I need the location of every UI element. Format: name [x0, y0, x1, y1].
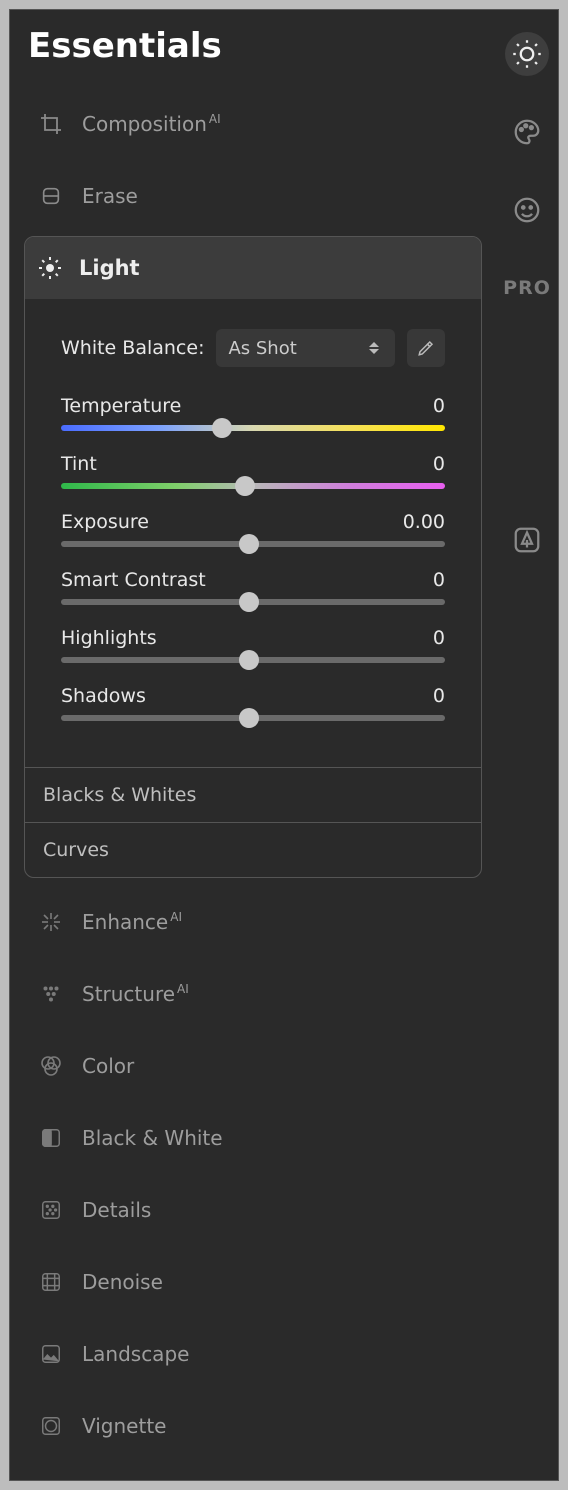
slider-track[interactable]: [61, 483, 445, 489]
slider-track[interactable]: [61, 599, 445, 605]
subsection-blacks-whites[interactable]: Blacks & Whites: [25, 767, 481, 822]
tool-label: Color: [82, 1054, 134, 1078]
light-panel: Light White Balance: As Shot: [24, 236, 482, 878]
palette-icon: [512, 117, 542, 147]
side-portrait-button[interactable]: [505, 188, 549, 232]
light-panel-header[interactable]: Light: [25, 237, 481, 299]
side-pen-button[interactable]: [505, 518, 549, 562]
slider-thumb[interactable]: [235, 476, 255, 496]
bw-icon: [38, 1125, 64, 1151]
tool-structure[interactable]: StructureAI: [24, 958, 482, 1030]
pen-icon: [512, 525, 542, 555]
slider-exposure[interactable]: Exposure 0.00: [61, 511, 445, 547]
side-rail: PRO: [496, 10, 558, 1480]
chevron-updown-icon: [369, 338, 383, 358]
tool-details[interactable]: Details: [24, 1174, 482, 1246]
tool-enhance[interactable]: EnhanceAI: [24, 886, 482, 958]
eyedropper-button[interactable]: [407, 329, 445, 367]
slider-thumb[interactable]: [239, 708, 259, 728]
tool-composition[interactable]: CompositionAI: [24, 88, 482, 160]
slider-track[interactable]: [61, 715, 445, 721]
tool-erase[interactable]: Erase: [24, 160, 482, 232]
crop-icon: [38, 111, 64, 137]
tool-landscape[interactable]: Landscape: [24, 1318, 482, 1390]
landscape-icon: [38, 1341, 64, 1367]
slider-thumb[interactable]: [239, 534, 259, 554]
light-panel-title: Light: [79, 256, 140, 280]
slider-highlights[interactable]: Highlights 0: [61, 627, 445, 663]
smiley-icon: [512, 195, 542, 225]
slider-shadows[interactable]: Shadows 0: [61, 685, 445, 721]
slider-value: 0: [433, 627, 445, 649]
tool-label: Black & White: [82, 1126, 223, 1150]
side-pro-button[interactable]: PRO: [505, 266, 549, 310]
denoise-icon: [38, 1269, 64, 1295]
sun-icon: [512, 39, 542, 69]
tool-denoise[interactable]: Denoise: [24, 1246, 482, 1318]
slider-label: Smart Contrast: [61, 569, 206, 591]
slider-temperature[interactable]: Temperature 0: [61, 395, 445, 431]
subsection-curves[interactable]: Curves: [25, 822, 481, 877]
slider-value: 0.00: [403, 511, 445, 533]
slider-value: 0: [433, 453, 445, 475]
slider-label: Highlights: [61, 627, 157, 649]
slider-value: 0: [433, 395, 445, 417]
slider-smart-contrast[interactable]: Smart Contrast 0: [61, 569, 445, 605]
slider-value: 0: [433, 569, 445, 591]
side-creative-button[interactable]: [505, 110, 549, 154]
slider-track[interactable]: [61, 657, 445, 663]
panel-title: Essentials: [28, 26, 482, 66]
tool-label: Landscape: [82, 1342, 189, 1366]
slider-label: Shadows: [61, 685, 146, 707]
vignette-icon: [38, 1413, 64, 1439]
details-icon: [38, 1197, 64, 1223]
slider-value: 0: [433, 685, 445, 707]
tool-label: StructureAI: [82, 982, 189, 1006]
white-balance-value: As Shot: [228, 338, 296, 359]
tool-label: Erase: [82, 184, 138, 208]
slider-thumb[interactable]: [239, 650, 259, 670]
side-essentials-button[interactable]: [505, 32, 549, 76]
color-icon: [38, 1053, 64, 1079]
tool-label: Denoise: [82, 1270, 163, 1294]
tool-label: Details: [82, 1198, 151, 1222]
white-balance-select[interactable]: As Shot: [216, 329, 395, 367]
slider-label: Temperature: [61, 395, 181, 417]
slider-thumb[interactable]: [239, 592, 259, 612]
tool-label: CompositionAI: [82, 112, 221, 136]
light-icon: [37, 255, 63, 281]
slider-label: Tint: [61, 453, 97, 475]
slider-track[interactable]: [61, 541, 445, 547]
tool-label: Vignette: [82, 1414, 166, 1438]
tool-black-white[interactable]: Black & White: [24, 1102, 482, 1174]
tool-vignette[interactable]: Vignette: [24, 1390, 482, 1462]
slider-track[interactable]: [61, 425, 445, 431]
white-balance-label: White Balance:: [61, 337, 204, 359]
slider-tint[interactable]: Tint 0: [61, 453, 445, 489]
tool-label: EnhanceAI: [82, 910, 182, 934]
slider-label: Exposure: [61, 511, 149, 533]
tool-color[interactable]: Color: [24, 1030, 482, 1102]
structure-icon: [38, 981, 64, 1007]
enhance-icon: [38, 909, 64, 935]
pro-label: PRO: [503, 277, 551, 299]
erase-icon: [38, 183, 64, 209]
slider-thumb[interactable]: [212, 418, 232, 438]
eyedropper-icon: [417, 339, 435, 357]
